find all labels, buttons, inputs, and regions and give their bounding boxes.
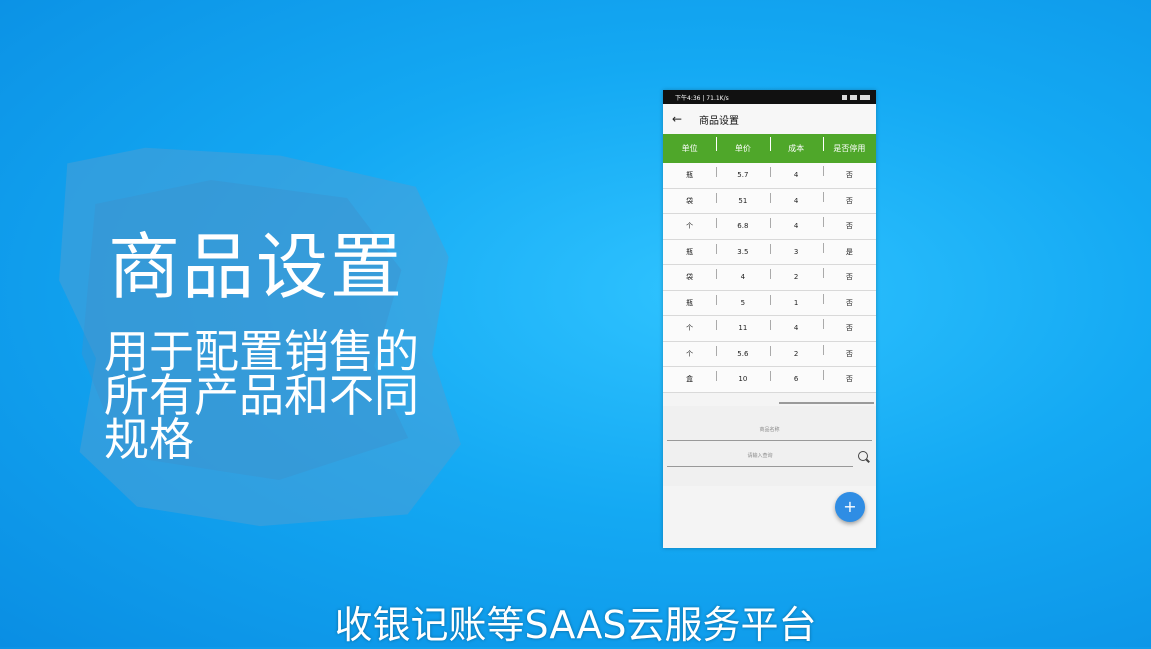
table-cell: 6 [769, 371, 823, 383]
video-subtitle: 收银记账等SAAS云服务平台 [334, 603, 817, 647]
table-cell: 4 [769, 192, 823, 205]
product-table-body: 瓶 5.7 4 否袋 51 4 否个 6.8 4 否瓶 3.5 3 是袋 4 2 否瓶 5 1 否个 11 4 否个 5.6… [663, 163, 876, 393]
table-row[interactable]: 瓶 5.7 4 否 [663, 163, 876, 189]
page-title: 商品设置 [699, 115, 739, 127]
table-row[interactable]: 袋 51 4 否 [663, 188, 876, 214]
table-cell: 6.8 [716, 218, 769, 230]
table-cell: 否 [822, 370, 876, 384]
table-cell: 否 [822, 344, 876, 359]
overlay-title: 商品设置 [108, 225, 405, 309]
table-cell: 袋 [686, 273, 694, 282]
status-icons [842, 94, 870, 100]
table-cell: 否 [822, 191, 876, 206]
table-cell: 10 [716, 371, 769, 383]
column-header-disabled[interactable]: 是否停用 [822, 137, 876, 154]
wifi-icon [842, 94, 847, 100]
table-cell: 2 [769, 269, 823, 281]
table-cell: 4 [716, 269, 769, 281]
product-name-input[interactable] [667, 420, 872, 441]
table-cell: 个 [686, 222, 694, 231]
table-cell: 4 [769, 218, 823, 230]
battery-icon [860, 94, 870, 100]
table-row[interactable]: 个 11 4 否 [663, 316, 876, 342]
phone-screen: 下午4:36 | 71.1K/s ← 商品设置 单位 单价 成本 是否停用 瓶 5… [663, 90, 876, 548]
table-cell: 瓶 [686, 171, 694, 180]
table-cell: 2 [769, 345, 823, 358]
table-cell: 否 [822, 217, 876, 231]
table-row[interactable]: 瓶 3.5 3 是 [663, 239, 876, 265]
table-row[interactable]: 袋 42否 [663, 265, 876, 291]
table-cell: 5.7 [716, 167, 769, 179]
table-cell: 否 [822, 268, 876, 282]
table-header: 单位 单价 成本 是否停用 [663, 134, 876, 163]
column-header-price[interactable]: 单价 [716, 137, 769, 154]
table-cell: 瓶 [686, 247, 694, 256]
table-cell: 否 [822, 319, 876, 333]
filter-area [663, 406, 876, 486]
arrow-left-icon[interactable]: ← [672, 112, 690, 126]
table-cell: 5 [716, 294, 769, 307]
table-row[interactable]: 盒 10 6 否 [663, 367, 876, 393]
table-row[interactable]: 个 6.8 4 否 [663, 214, 876, 240]
table-cell: 1 [769, 294, 823, 307]
table-cell: 11 [716, 320, 769, 332]
table-cell: 4 [769, 320, 823, 332]
table-row[interactable]: 瓶 51否 [663, 290, 876, 316]
signal-icon [850, 94, 857, 100]
app-bar: ← 商品设置 [663, 104, 876, 134]
table-cell: 5.6 [716, 345, 769, 358]
add-button[interactable]: + [835, 492, 865, 522]
table-cell: 瓶 [686, 298, 694, 307]
table-cell: 个 [686, 349, 694, 358]
table-cell: 是 [822, 242, 876, 257]
table-cell: 否 [822, 166, 876, 180]
table-cell: 3.5 [716, 243, 769, 256]
column-header-unit[interactable]: 单位 [663, 143, 716, 154]
search-input[interactable] [667, 446, 853, 467]
status-bar: 下午4:36 | 71.1K/s [663, 90, 876, 104]
search-icon[interactable] [858, 451, 868, 461]
scrollbar[interactable] [779, 402, 874, 404]
table-row[interactable]: 个 5.6 2 否 [663, 341, 876, 367]
table-cell: 个 [686, 324, 694, 333]
column-header-cost[interactable]: 成本 [769, 137, 823, 154]
table-cell: 3 [769, 243, 823, 256]
status-time: 下午4:36 | 71.1K/s [675, 94, 729, 102]
table-cell: 袋 [686, 196, 694, 205]
table-cell: 否 [822, 293, 876, 308]
table-cell: 盒 [686, 375, 694, 384]
overlay-description: 用于配置销售的所有产品和不同规格 [104, 325, 420, 466]
table-cell: 51 [716, 192, 769, 205]
table-cell: 4 [769, 167, 823, 179]
